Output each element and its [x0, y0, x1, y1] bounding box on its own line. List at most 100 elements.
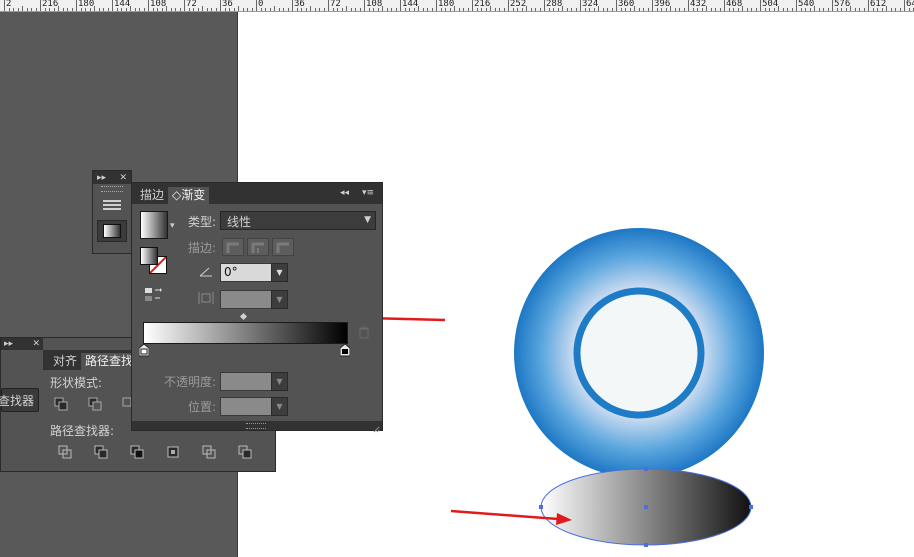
location-dropdown[interactable]: ▼	[271, 397, 288, 416]
expand-button[interactable]: 查找器	[0, 388, 39, 412]
ruler-minor-tick	[49, 8, 50, 11]
tab-align[interactable]: 对齐	[49, 353, 81, 370]
trim-icon[interactable]	[93, 444, 109, 460]
minus-front-icon[interactable]	[87, 396, 103, 412]
ruler-minor-tick	[98, 8, 100, 11]
ruler-minor-tick	[121, 8, 122, 11]
menu-lines-icon[interactable]	[103, 200, 121, 210]
ruler-major-tick	[688, 0, 689, 11]
ruler-minor-tick	[782, 8, 784, 11]
outline-icon[interactable]	[201, 444, 217, 460]
panel-bottom-bar	[132, 421, 382, 433]
angle-dropdown[interactable]: ▼	[271, 263, 288, 282]
angle-input[interactable]: 0°	[220, 263, 272, 282]
type-select-value: 线性	[227, 215, 252, 229]
panel-menu-icon[interactable]: ▾≡	[362, 188, 374, 198]
ruler-major-tick	[472, 0, 473, 11]
collapse-icon[interactable]: ▸▸	[97, 173, 106, 183]
crop-icon[interactable]	[165, 444, 181, 460]
ruler-major-tick	[652, 0, 653, 11]
ruler-minor-tick	[62, 8, 64, 11]
ruler-minor-tick	[265, 8, 266, 11]
ruler-minor-tick	[161, 8, 163, 11]
ruler-minor-tick	[656, 8, 658, 11]
panel-grip[interactable]	[101, 186, 123, 192]
angle-icon	[198, 266, 214, 281]
stroke-along-icon[interactable]	[247, 238, 269, 256]
gradient-swatch[interactable]	[140, 211, 168, 239]
ruler-minor-tick	[202, 6, 203, 11]
panel-grip[interactable]	[246, 423, 266, 429]
gradient-slider[interactable]	[143, 322, 348, 344]
gradient-panel-icon[interactable]	[97, 220, 127, 242]
location-input[interactable]	[220, 397, 272, 416]
minus-back-icon[interactable]	[237, 444, 253, 460]
collapse-icon[interactable]: ▸▸	[4, 339, 13, 349]
ruler-minor-tick	[467, 8, 469, 11]
horizontal-ruler[interactable]: 2 216 180 144 108 72 36 0 36 72 108 144 180 216 252 288…	[0, 0, 914, 12]
delete-stop-icon[interactable]	[358, 325, 370, 342]
ruler-minor-tick	[719, 8, 721, 11]
ruler-minor-tick	[674, 8, 676, 11]
gradient-midpoint-diamond[interactable]	[239, 312, 248, 321]
stroke-across-icon[interactable]	[272, 238, 294, 256]
ruler-minor-tick	[355, 8, 356, 11]
ruler-minor-tick	[845, 8, 847, 11]
ruler-minor-tick	[422, 8, 424, 11]
ruler-major-tick	[292, 0, 293, 11]
reverse-gradient-icon[interactable]	[144, 287, 162, 306]
ruler-minor-tick	[94, 6, 95, 11]
ruler-major-tick	[724, 0, 725, 11]
divide-icon[interactable]	[57, 444, 73, 460]
ruler-minor-tick	[602, 8, 604, 11]
ruler-minor-tick	[310, 6, 311, 11]
ruler-minor-tick	[89, 8, 91, 11]
type-select[interactable]: 线性 ▼	[220, 211, 376, 230]
ruler-minor-tick	[175, 8, 176, 11]
ruler-minor-tick	[35, 8, 37, 11]
ruler-minor-tick	[314, 8, 316, 11]
fill-swatch[interactable]	[140, 247, 158, 265]
ruler-minor-tick	[485, 8, 487, 11]
ruler-major-tick	[220, 0, 221, 11]
stroke-within-icon[interactable]	[222, 238, 244, 256]
gradient-stop-black[interactable]	[339, 343, 351, 360]
ruler-minor-tick	[319, 8, 320, 11]
ruler-minor-tick	[881, 8, 883, 11]
close-icon[interactable]: ✕	[119, 173, 127, 183]
ruler-minor-tick	[814, 6, 815, 11]
ruler-major-tick	[328, 0, 329, 11]
gradient-stop-white[interactable]	[138, 343, 150, 360]
ruler-minor-tick	[755, 8, 757, 11]
opacity-dropdown[interactable]: ▼	[271, 372, 288, 391]
aspect-ratio-input[interactable]	[220, 290, 272, 309]
ruler-minor-tick	[499, 8, 500, 11]
ruler-minor-tick	[778, 6, 779, 11]
tab-gradient[interactable]: ◇渐变	[168, 187, 210, 204]
resize-grip-icon[interactable]	[373, 422, 380, 433]
stroke-label: 描边:	[188, 241, 217, 255]
ruler-minor-tick	[125, 8, 127, 11]
swatch-dropdown-icon[interactable]: ▾	[170, 221, 175, 231]
tab-stroke[interactable]: 描边	[136, 187, 168, 204]
ruler-minor-tick	[481, 8, 482, 11]
merge-icon[interactable]	[129, 444, 145, 460]
ruler-minor-tick	[854, 8, 856, 11]
ruler-minor-tick	[152, 8, 154, 11]
pathfinders-label: 路径查找器:	[50, 424, 115, 438]
ruler-minor-tick	[139, 8, 140, 11]
ruler-minor-tick	[548, 8, 550, 11]
unite-icon[interactable]	[53, 396, 69, 412]
ruler-minor-tick	[589, 8, 590, 11]
collapse-icon[interactable]: ◂◂	[340, 188, 349, 198]
close-icon[interactable]: ✕	[32, 339, 40, 349]
ruler-minor-tick	[157, 8, 158, 11]
opacity-input[interactable]	[220, 372, 272, 391]
ruler-minor-tick	[53, 8, 55, 11]
ruler-minor-tick	[850, 6, 851, 11]
aspect-ratio-dropdown[interactable]: ▼	[271, 290, 288, 309]
ruler-minor-tick	[431, 8, 433, 11]
ruler-minor-tick	[404, 8, 406, 11]
ruler-minor-tick	[607, 8, 608, 11]
sphere-ring[interactable]	[573, 287, 705, 419]
